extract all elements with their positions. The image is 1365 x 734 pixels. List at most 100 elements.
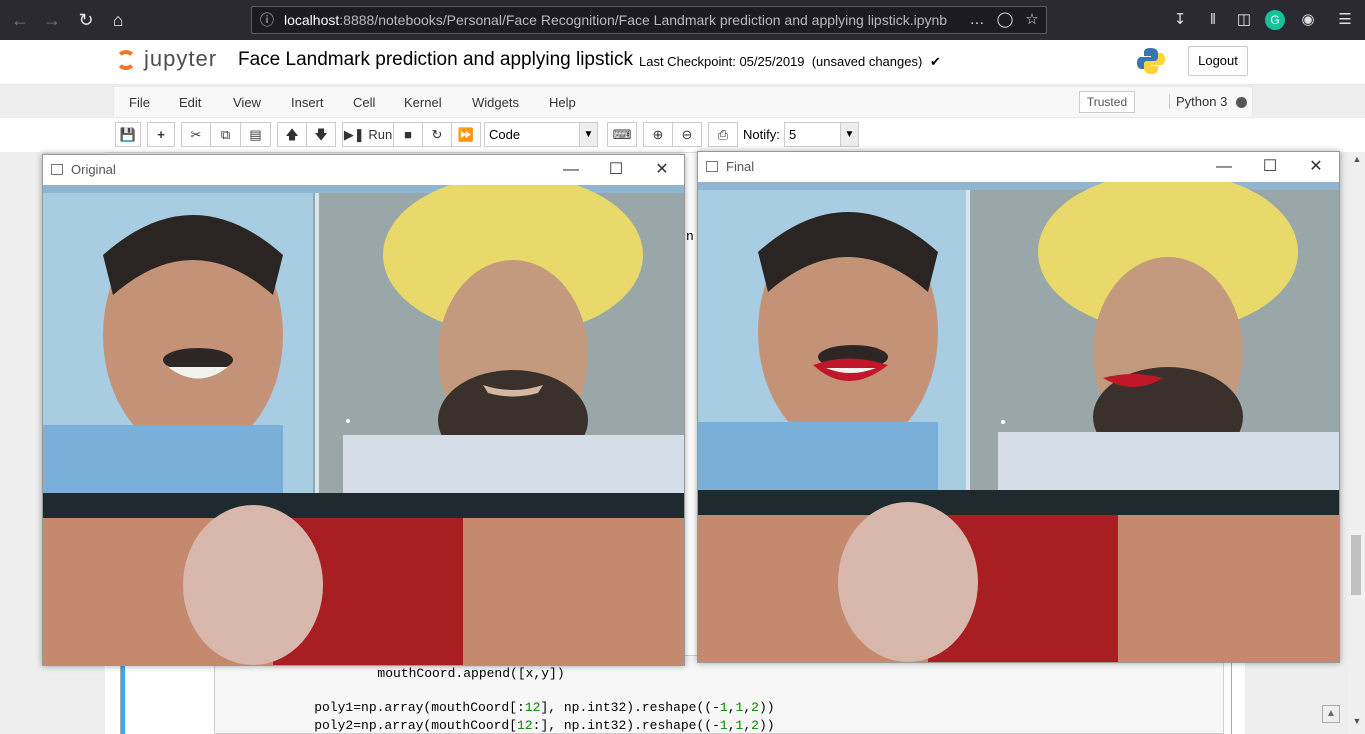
final-image-window[interactable]: Final — ☐ ✕ <box>697 151 1340 663</box>
menu-view[interactable]: View <box>233 95 261 110</box>
insert-cell-icon[interactable]: + <box>147 122 175 147</box>
checkpoint-status: Last Checkpoint: 05/25/2019 (unsaved cha… <box>639 54 941 70</box>
original-image-window[interactable]: Original — ☐ ✕ <box>42 154 685 666</box>
notify-label: Notify: <box>743 127 780 142</box>
menu-cell[interactable]: Cell <box>353 95 375 110</box>
run-icon: ▶❚ <box>343 127 365 142</box>
code-seg: , <box>743 718 752 733</box>
save-icon[interactable]: 💾 <box>115 122 141 147</box>
restart-icon[interactable]: ↻ <box>422 122 452 147</box>
check-icon: ✔ <box>929 54 941 69</box>
run-button[interactable]: ▶❚ Run <box>342 122 394 147</box>
jupyter-ring-icon <box>116 50 136 70</box>
menu-edit[interactable]: Edit <box>179 95 201 110</box>
sidebar-icon[interactable]: ◫ <box>1233 9 1255 31</box>
back-to-top-icon[interactable]: ▲ <box>1322 705 1340 723</box>
kernel-status-icon <box>1236 97 1247 108</box>
jupyter-logo[interactable]: jupyter <box>116 46 226 76</box>
menu-help[interactable]: Help <box>549 95 576 110</box>
logout-button[interactable]: Logout <box>1188 46 1248 76</box>
chevron-down-icon: ▼ <box>840 123 858 146</box>
photo-render <box>43 185 684 665</box>
copy-icon[interactable]: ⧉ <box>210 122 241 147</box>
window-app-icon <box>706 161 718 172</box>
scroll-up-icon[interactable]: ▲ <box>1350 154 1364 168</box>
code-line-1: mouthCoord.append([x,y]) <box>315 666 565 681</box>
zoom-out-icon[interactable]: ⊖ <box>672 122 702 147</box>
code-seg: :], np.int32).reshape((- <box>532 718 720 733</box>
more-icon[interactable]: … <box>966 9 988 31</box>
code-num: 12 <box>524 700 541 715</box>
star-icon[interactable]: ☆ <box>1021 9 1043 31</box>
move-up-icon[interactable]: 🡅 <box>277 122 307 147</box>
trusted-indicator[interactable]: Trusted <box>1079 91 1135 113</box>
url-host: localhost <box>284 12 340 28</box>
notebook-toolbar: 💾 + ✂ ⧉ ▤ 🡅 🡇 ▶❚ Run ■ ↻ ⏩ Code ▼ ⌨ ⊕ ⊖ … <box>0 118 1365 152</box>
menu-icon[interactable]: ☰ <box>1334 9 1356 31</box>
window-title: Final <box>726 159 755 174</box>
cell-type-value: Code <box>489 127 521 142</box>
menu-widgets[interactable]: Widgets <box>472 95 519 110</box>
close-icon[interactable]: ✕ <box>1296 155 1336 179</box>
maximize-icon[interactable]: ☐ <box>596 158 636 182</box>
minimize-icon[interactable]: — <box>1204 155 1244 179</box>
code-seg: ], np.int32).reshape((- <box>540 700 720 715</box>
code-seg: , <box>727 700 736 715</box>
code-fragment: n <box>686 229 694 244</box>
code-seg: poly1=np.array(mouthCoord[: <box>283 700 525 715</box>
window-titlebar[interactable]: Final — ☐ ✕ <box>698 152 1339 182</box>
browser-toolbar: ← → ↻ ⌂ ⓘ localhost:8888/notebooks/Perso… <box>0 0 1365 40</box>
code-seg: )) <box>758 700 775 715</box>
code-num: 12 <box>517 718 533 733</box>
original-photo <box>43 185 684 665</box>
notebook-title[interactable]: Face Landmark prediction and applying li… <box>238 49 633 71</box>
close-icon[interactable]: ✕ <box>642 158 682 182</box>
library-icon[interactable]: ‖ <box>1202 9 1224 31</box>
back-icon[interactable]: ← <box>6 6 34 34</box>
run-label: Run <box>368 127 393 142</box>
restart-run-all-icon[interactable]: ⏩ <box>451 122 481 147</box>
pocket-icon[interactable]: ◯ <box>994 9 1016 31</box>
code-seg: , <box>727 718 736 733</box>
paste-icon[interactable]: ▤ <box>240 122 271 147</box>
move-down-icon[interactable]: 🡇 <box>306 122 336 147</box>
url-path: :8888/notebooks/Personal/Face Recognitio… <box>339 12 948 28</box>
maximize-icon[interactable]: ☐ <box>1250 155 1290 179</box>
zoom-in-icon[interactable]: ⊕ <box>643 122 673 147</box>
notify-select[interactable]: 5 ▼ <box>784 122 859 147</box>
notify-value: 5 <box>789 127 797 142</box>
python-logo-icon <box>1137 48 1165 74</box>
cell-type-select[interactable]: Code ▼ <box>484 122 598 147</box>
window-titlebar[interactable]: Original — ☐ ✕ <box>43 155 684 185</box>
stop-icon[interactable]: ■ <box>393 122 423 147</box>
grammarly-icon[interactable]: G <box>1265 10 1285 30</box>
download-icon[interactable]: ↧ <box>1169 9 1191 31</box>
chevron-down-icon: ▼ <box>579 123 597 146</box>
menu-file[interactable]: File <box>129 95 150 110</box>
photo-render <box>698 182 1339 662</box>
address-bar[interactable]: ⓘ localhost:8888/notebooks/Personal/Face… <box>251 6 1047 34</box>
checkpoint-text: Last Checkpoint: 05/25/2019 (unsaved cha… <box>639 54 923 69</box>
menubar: File Edit View Insert Cell Kernel Widget… <box>113 86 1253 118</box>
print-icon[interactable]: ⎙ <box>708 122 738 147</box>
account-icon[interactable]: ◉ <box>1297 9 1319 31</box>
code-num: 1 <box>719 718 728 733</box>
scroll-thumb[interactable] <box>1351 535 1361 595</box>
minimize-icon[interactable]: — <box>551 158 591 182</box>
info-icon[interactable]: ⓘ <box>260 7 274 33</box>
code-seg: , <box>743 700 752 715</box>
menu-kernel[interactable]: Kernel <box>404 95 442 110</box>
code-num: 1 <box>719 700 728 715</box>
reload-icon[interactable]: ↻ <box>72 6 100 34</box>
forward-icon[interactable]: → <box>38 6 66 34</box>
code-editor[interactable]: mouthCoord.append([x,y]) poly1=np.array(… <box>214 655 1224 734</box>
keyboard-icon[interactable]: ⌨ <box>607 122 637 147</box>
logo-text: jupyter <box>144 46 218 71</box>
home-icon[interactable]: ⌂ <box>104 6 132 34</box>
scroll-down-icon[interactable]: ▼ <box>1350 716 1364 730</box>
code-seg: )) <box>758 718 775 733</box>
cut-icon[interactable]: ✂ <box>181 122 211 147</box>
menu-insert[interactable]: Insert <box>291 95 324 110</box>
code-line-3: poly2=np.array(mouthCoord[12:], np.int32… <box>283 718 775 733</box>
page-scrollbar[interactable] <box>1348 152 1365 734</box>
